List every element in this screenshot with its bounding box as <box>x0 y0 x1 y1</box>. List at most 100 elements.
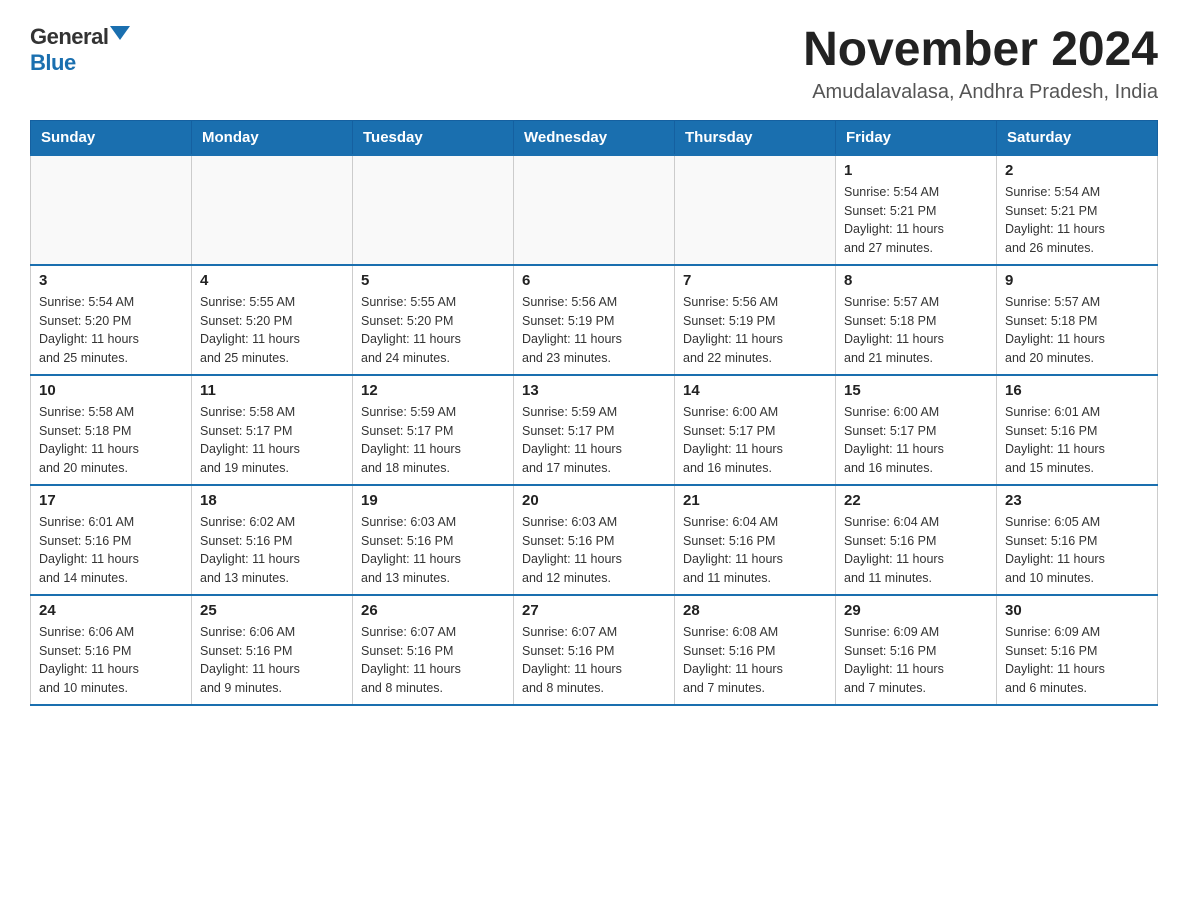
day-info: Sunrise: 6:07 AMSunset: 5:16 PMDaylight:… <box>522 623 666 698</box>
day-number: 4 <box>200 272 344 289</box>
day-number: 21 <box>683 492 827 509</box>
day-number: 8 <box>844 272 988 289</box>
calendar-cell: 5 Sunrise: 5:55 AMSunset: 5:20 PMDaylight… <box>353 265 514 375</box>
day-number: 11 <box>200 382 344 399</box>
calendar-cell: 19 Sunrise: 6:03 AMSunset: 5:16 PMDayligh… <box>353 485 514 595</box>
calendar-cell: 12Sunrise: 5:59 AMSunset: 5:17 PMDayligh… <box>353 375 514 485</box>
calendar-cell: 26Sunrise: 6:07 AMSunset: 5:16 PMDayligh… <box>353 595 514 705</box>
day-info: Sunrise: 5:54 AMSunset: 5:20 PMDaylight:… <box>39 293 183 368</box>
calendar-cell: 22 Sunrise: 6:04 AMSunset: 5:16 PMDayligh… <box>836 485 997 595</box>
calendar-cell: 10 Sunrise: 5:58 AMSunset: 5:18 PMDayligh… <box>31 375 192 485</box>
day-info: Sunrise: 6:00 AMSunset: 5:17 PMDaylight:… <box>844 403 988 478</box>
page-header: General Blue November 2024 Amudalavalasa… <box>30 24 1158 104</box>
day-number: 18 <box>200 492 344 509</box>
logo: General Blue <box>30 24 130 76</box>
day-number: 25 <box>200 602 344 619</box>
day-number: 29 <box>844 602 988 619</box>
day-number: 15 <box>844 382 988 399</box>
day-info: Sunrise: 6:01 AMSunset: 5:16 PMDaylight:… <box>1005 403 1149 478</box>
calendar-week-1: 1 Sunrise: 5:54 AMSunset: 5:21 PMDaylight… <box>31 155 1158 265</box>
calendar-cell <box>353 155 514 265</box>
day-info: Sunrise: 6:07 AMSunset: 5:16 PMDaylight:… <box>361 623 505 698</box>
day-number: 23 <box>1005 492 1149 509</box>
day-info: Sunrise: 6:01 AMSunset: 5:16 PMDaylight:… <box>39 513 183 588</box>
calendar-header-sunday: Sunday <box>31 120 192 155</box>
day-number: 27 <box>522 602 666 619</box>
day-number: 22 <box>844 492 988 509</box>
day-info: Sunrise: 5:55 AMSunset: 5:20 PMDaylight:… <box>361 293 505 368</box>
day-info: Sunrise: 5:58 AMSunset: 5:18 PMDaylight:… <box>39 403 183 478</box>
calendar-cell <box>514 155 675 265</box>
calendar-cell <box>192 155 353 265</box>
day-info: Sunrise: 6:03 AMSunset: 5:16 PMDaylight:… <box>361 513 505 588</box>
calendar-cell: 27 Sunrise: 6:07 AMSunset: 5:16 PMDayligh… <box>514 595 675 705</box>
calendar-cell: 17 Sunrise: 6:01 AMSunset: 5:16 PMDayligh… <box>31 485 192 595</box>
calendar-week-3: 10 Sunrise: 5:58 AMSunset: 5:18 PMDayligh… <box>31 375 1158 485</box>
day-info: Sunrise: 5:56 AMSunset: 5:19 PMDaylight:… <box>683 293 827 368</box>
day-number: 17 <box>39 492 183 509</box>
day-number: 1 <box>844 162 988 179</box>
day-info: Sunrise: 5:57 AMSunset: 5:18 PMDaylight:… <box>844 293 988 368</box>
day-info: Sunrise: 6:06 AMSunset: 5:16 PMDaylight:… <box>39 623 183 698</box>
day-number: 9 <box>1005 272 1149 289</box>
calendar-cell: 1 Sunrise: 5:54 AMSunset: 5:21 PMDaylight… <box>836 155 997 265</box>
day-info: Sunrise: 6:02 AMSunset: 5:16 PMDaylight:… <box>200 513 344 588</box>
page-subtitle: Amudalavalasa, Andhra Pradesh, India <box>803 81 1158 104</box>
calendar-cell: 29Sunrise: 6:09 AMSunset: 5:16 PMDayligh… <box>836 595 997 705</box>
title-block: November 2024 Amudalavalasa, Andhra Prad… <box>803 24 1158 104</box>
day-info: Sunrise: 5:54 AMSunset: 5:21 PMDaylight:… <box>844 183 988 258</box>
calendar-cell: 25 Sunrise: 6:06 AMSunset: 5:16 PMDayligh… <box>192 595 353 705</box>
day-number: 10 <box>39 382 183 399</box>
day-info: Sunrise: 5:55 AMSunset: 5:20 PMDaylight:… <box>200 293 344 368</box>
day-number: 19 <box>361 492 505 509</box>
calendar-cell: 3Sunrise: 5:54 AMSunset: 5:20 PMDaylight… <box>31 265 192 375</box>
day-number: 13 <box>522 382 666 399</box>
calendar-cell: 30Sunrise: 6:09 AMSunset: 5:16 PMDayligh… <box>997 595 1158 705</box>
day-info: Sunrise: 6:00 AMSunset: 5:17 PMDaylight:… <box>683 403 827 478</box>
calendar-cell: 8 Sunrise: 5:57 AMSunset: 5:18 PMDaylight… <box>836 265 997 375</box>
day-number: 12 <box>361 382 505 399</box>
calendar-header-tuesday: Tuesday <box>353 120 514 155</box>
calendar-cell: 7 Sunrise: 5:56 AMSunset: 5:19 PMDaylight… <box>675 265 836 375</box>
calendar-cell: 11 Sunrise: 5:58 AMSunset: 5:17 PMDayligh… <box>192 375 353 485</box>
day-info: Sunrise: 5:54 AMSunset: 5:21 PMDaylight:… <box>1005 183 1149 258</box>
day-number: 24 <box>39 602 183 619</box>
calendar-header-row: SundayMondayTuesdayWednesdayThursdayFrid… <box>31 120 1158 155</box>
calendar-cell: 18 Sunrise: 6:02 AMSunset: 5:16 PMDayligh… <box>192 485 353 595</box>
calendar-cell: 13 Sunrise: 5:59 AMSunset: 5:17 PMDayligh… <box>514 375 675 485</box>
calendar-cell: 15 Sunrise: 6:00 AMSunset: 5:17 PMDayligh… <box>836 375 997 485</box>
calendar-header-wednesday: Wednesday <box>514 120 675 155</box>
day-number: 7 <box>683 272 827 289</box>
calendar-cell: 9 Sunrise: 5:57 AMSunset: 5:18 PMDaylight… <box>997 265 1158 375</box>
day-number: 14 <box>683 382 827 399</box>
day-info: Sunrise: 5:59 AMSunset: 5:17 PMDaylight:… <box>522 403 666 478</box>
day-info: Sunrise: 6:04 AMSunset: 5:16 PMDaylight:… <box>844 513 988 588</box>
calendar-week-5: 24 Sunrise: 6:06 AMSunset: 5:16 PMDayligh… <box>31 595 1158 705</box>
calendar-cell <box>675 155 836 265</box>
day-number: 28 <box>683 602 827 619</box>
calendar-cell: 24 Sunrise: 6:06 AMSunset: 5:16 PMDayligh… <box>31 595 192 705</box>
calendar-header-monday: Monday <box>192 120 353 155</box>
calendar-cell <box>31 155 192 265</box>
logo-triangle-icon <box>110 26 130 40</box>
day-number: 2 <box>1005 162 1149 179</box>
calendar-cell: 23 Sunrise: 6:05 AMSunset: 5:16 PMDayligh… <box>997 485 1158 595</box>
calendar-cell: 4 Sunrise: 5:55 AMSunset: 5:20 PMDaylight… <box>192 265 353 375</box>
day-info: Sunrise: 5:58 AMSunset: 5:17 PMDaylight:… <box>200 403 344 478</box>
calendar-cell: 6 Sunrise: 5:56 AMSunset: 5:19 PMDaylight… <box>514 265 675 375</box>
calendar-week-2: 3Sunrise: 5:54 AMSunset: 5:20 PMDaylight… <box>31 265 1158 375</box>
day-info: Sunrise: 5:57 AMSunset: 5:18 PMDaylight:… <box>1005 293 1149 368</box>
day-info: Sunrise: 5:56 AMSunset: 5:19 PMDaylight:… <box>522 293 666 368</box>
logo-general-text: General <box>30 24 108 50</box>
day-info: Sunrise: 6:06 AMSunset: 5:16 PMDaylight:… <box>200 623 344 698</box>
day-number: 5 <box>361 272 505 289</box>
calendar-cell: 20Sunrise: 6:03 AMSunset: 5:16 PMDayligh… <box>514 485 675 595</box>
page-title: November 2024 <box>803 24 1158 77</box>
day-number: 30 <box>1005 602 1149 619</box>
day-info: Sunrise: 6:08 AMSunset: 5:16 PMDaylight:… <box>683 623 827 698</box>
calendar-header-saturday: Saturday <box>997 120 1158 155</box>
calendar-cell: 14 Sunrise: 6:00 AMSunset: 5:17 PMDayligh… <box>675 375 836 485</box>
logo-blue-text: Blue <box>30 50 76 76</box>
day-number: 6 <box>522 272 666 289</box>
day-info: Sunrise: 6:05 AMSunset: 5:16 PMDaylight:… <box>1005 513 1149 588</box>
